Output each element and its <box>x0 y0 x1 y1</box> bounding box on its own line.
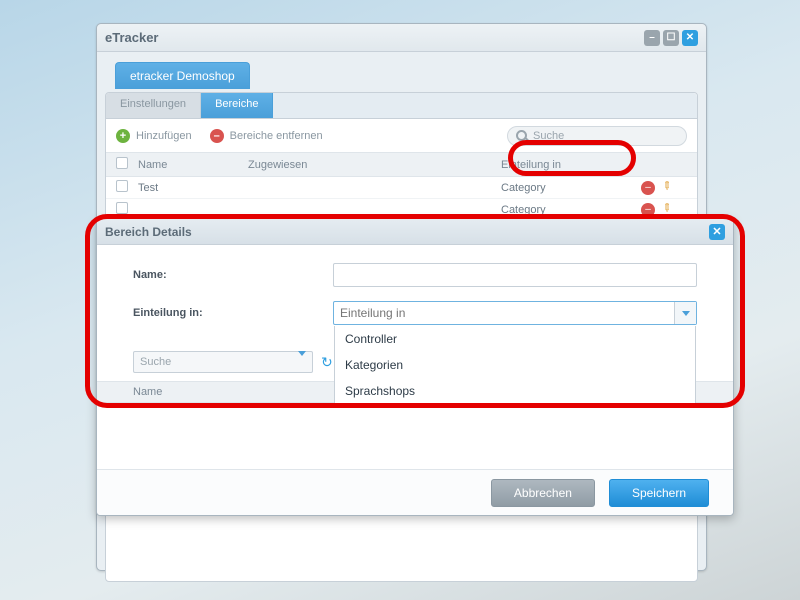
main-tabs: Einstellungen Bereiche <box>106 93 697 119</box>
area-details-dialog: Bereich Details ✕ Name: Einteilung in: C… <box>96 218 734 516</box>
window-title: eTracker <box>105 30 159 45</box>
remove-areas-button[interactable]: – Bereiche entfernen <box>210 129 323 143</box>
grid-header: Name Zugewiesen Einteilung in <box>106 153 697 177</box>
cell-ein: Category <box>501 182 641 194</box>
dialog-titlebar: Bereich Details ✕ <box>97 219 733 245</box>
cell-ein: Category <box>501 204 641 216</box>
col-einteilung[interactable]: Einteilung in <box>501 159 641 171</box>
shop-tab-bar: etracker Demoshop <box>97 52 706 92</box>
row-checkbox[interactable] <box>116 202 128 214</box>
add-button[interactable]: + Hinzufügen <box>116 129 192 143</box>
tab-areas[interactable]: Bereiche <box>201 93 273 118</box>
col-name[interactable]: Name <box>138 159 248 171</box>
dropdown-option-kategorien[interactable]: Kategorien <box>335 352 695 378</box>
window-minimize-button[interactable]: – <box>644 30 660 46</box>
assignment-col-name: Name <box>133 386 162 398</box>
assignment-grid-empty <box>133 403 697 459</box>
search-icon <box>516 130 527 141</box>
plus-icon: + <box>116 129 130 143</box>
toolbar: + Hinzufügen – Bereiche entfernen Suche <box>106 119 697 153</box>
add-label: Hinzufügen <box>136 130 192 142</box>
row-delete-icon[interactable]: – <box>641 203 655 217</box>
dialog-body: Name: Einteilung in: Controller Kategori… <box>97 245 733 469</box>
dropdown-option-sprachshops[interactable]: Sprachshops <box>335 378 695 404</box>
row-checkbox[interactable] <box>116 180 128 192</box>
einteilung-combobox[interactable]: Controller Kategorien Sprachshops <box>333 301 697 325</box>
name-input[interactable] <box>333 263 697 287</box>
cancel-button[interactable]: Abbrechen <box>491 479 595 507</box>
minus-icon: – <box>210 129 224 143</box>
name-label: Name: <box>133 269 333 281</box>
combobox-trigger[interactable] <box>674 302 696 324</box>
einteilung-dropdown: Controller Kategorien Sprachshops <box>334 326 696 405</box>
dialog-close-button[interactable]: ✕ <box>709 224 725 240</box>
assignment-search-placeholder: Suche <box>140 356 171 368</box>
dialog-footer: Abbrechen Speichern <box>97 469 733 515</box>
refresh-icon[interactable]: ↻ <box>321 354 333 371</box>
window-maximize-button[interactable]: ☐ <box>663 30 679 46</box>
titlebar: eTracker – ☐ ✕ <box>97 24 706 52</box>
dialog-title: Bereich Details <box>105 225 192 239</box>
search-box[interactable]: Suche <box>507 126 687 146</box>
save-button[interactable]: Speichern <box>609 479 709 507</box>
row-edit-icon[interactable]: ✎ <box>658 200 678 220</box>
cell-name: Test <box>138 182 248 194</box>
col-assigned[interactable]: Zugewiesen <box>248 159 501 171</box>
assignment-search[interactable]: Suche <box>133 351 313 373</box>
dropdown-option-controller[interactable]: Controller <box>335 326 695 352</box>
einteilung-input[interactable] <box>334 306 674 320</box>
table-row[interactable]: Test Category – ✎ <box>106 177 697 199</box>
row-edit-icon[interactable]: ✎ <box>658 178 678 198</box>
einteilung-label: Einteilung in: <box>133 307 333 319</box>
chevron-down-icon <box>682 311 690 316</box>
window-close-button[interactable]: ✕ <box>682 30 698 46</box>
remove-label: Bereiche entfernen <box>230 130 323 142</box>
select-all-checkbox[interactable] <box>116 157 128 169</box>
row-delete-icon[interactable]: – <box>641 181 655 195</box>
tab-settings[interactable]: Einstellungen <box>106 93 201 118</box>
chevron-down-icon <box>298 351 306 368</box>
shop-tab[interactable]: etracker Demoshop <box>115 62 250 89</box>
search-placeholder: Suche <box>533 130 564 142</box>
